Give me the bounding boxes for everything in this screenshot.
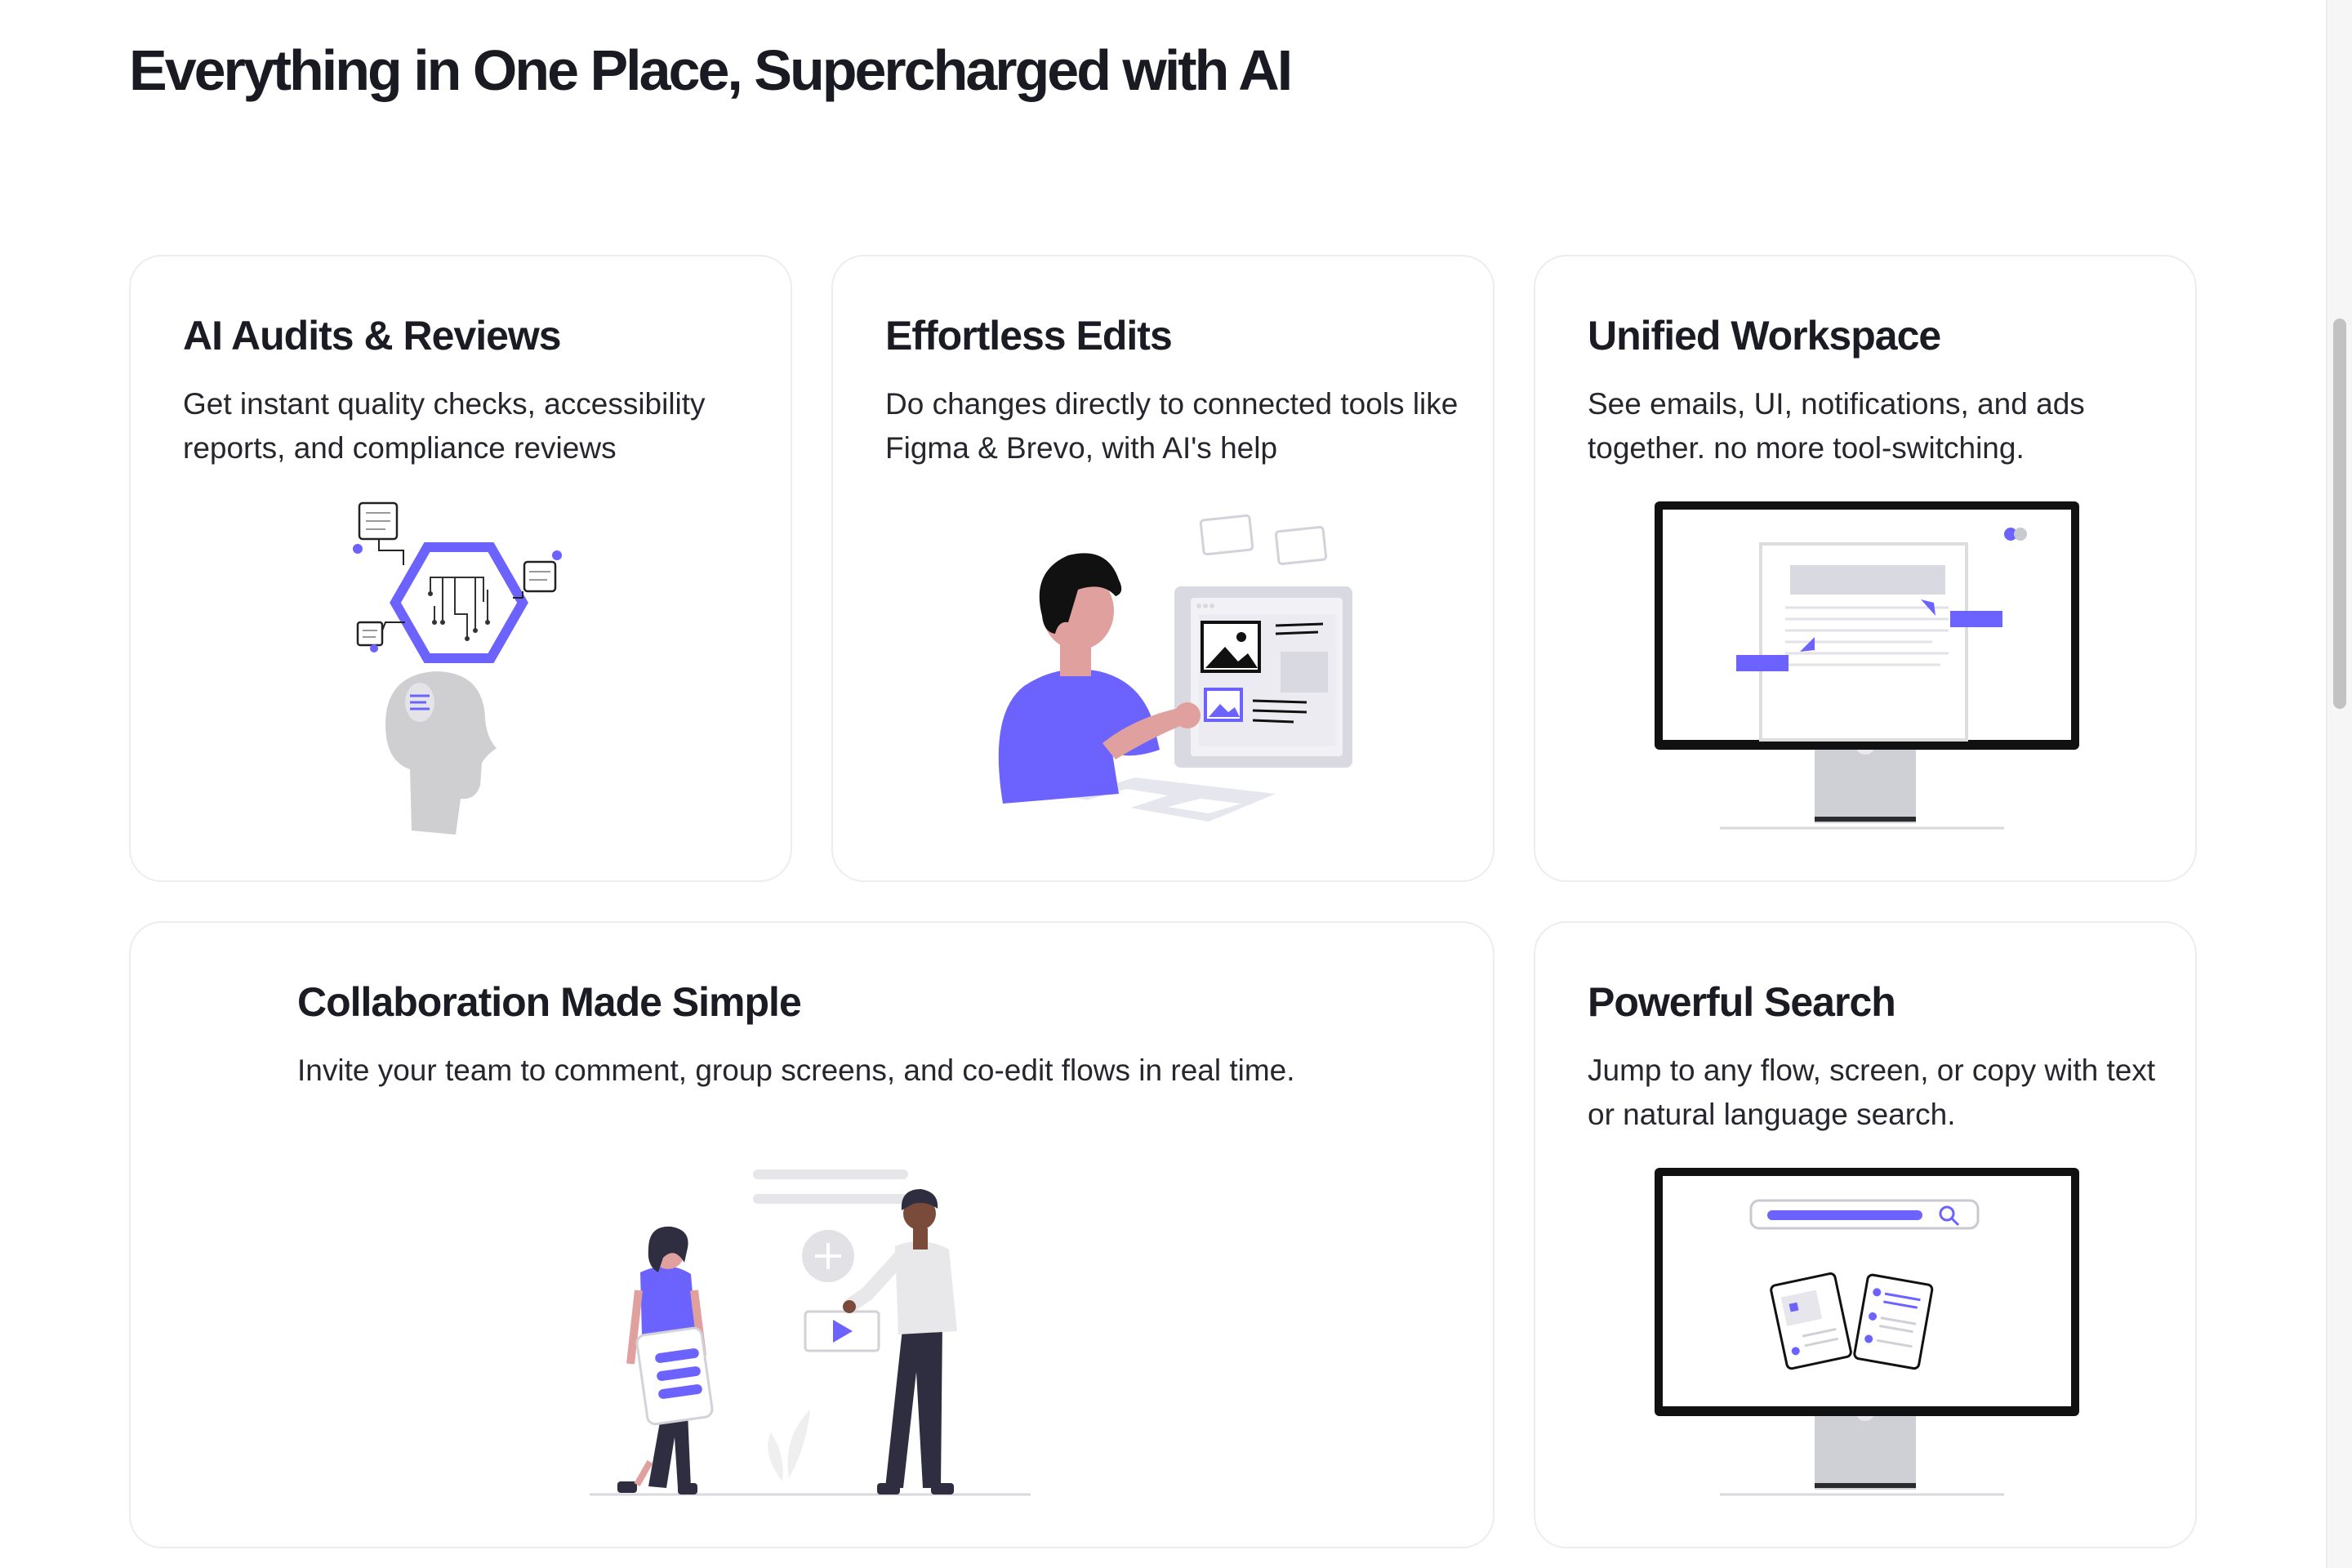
scrollbar-thumb[interactable] <box>2333 318 2346 709</box>
monitor-search-icon <box>1655 1168 2079 1496</box>
card-title: Collaboration Made Simple <box>297 979 802 1025</box>
card-description: Jump to any flow, screen, or copy with t… <box>1588 1054 2156 1131</box>
team-collaboration-icon <box>590 1169 1031 1496</box>
card-title: Unified Workspace <box>1588 313 1941 359</box>
card-title: Effortless Edits <box>885 313 1173 359</box>
card-description: Do changes directly to connected tools l… <box>885 387 1459 465</box>
feature-card-powerful-search: Powerful Search Jump to any flow, screen… <box>1534 921 2197 1548</box>
card-description: Get instant quality checks, accessibilit… <box>183 387 706 465</box>
feature-card-ai-audits: AI Audits & Reviews Get instant quality … <box>129 255 792 882</box>
feature-card-collaboration: Collaboration Made Simple Invite your te… <box>129 921 1494 1548</box>
page-title: Everything in One Place, Supercharged wi… <box>129 38 1293 102</box>
vertical-scrollbar[interactable] <box>2326 0 2352 1568</box>
card-title: Powerful Search <box>1588 979 1896 1025</box>
ai-brain-circuit-icon <box>353 501 562 835</box>
person-editing-screen-icon <box>998 514 1352 822</box>
feature-card-unified-workspace: Unified Workspace See emails, UI, notifi… <box>1534 255 2197 882</box>
feature-card-effortless-edits: Effortless Edits Do changes directly to … <box>831 255 1494 882</box>
card-title: AI Audits & Reviews <box>183 313 562 359</box>
card-description: Invite your team to comment, group scree… <box>297 1054 1295 1087</box>
card-description: See emails, UI, notifications, and ads t… <box>1588 387 2085 465</box>
monitor-workspace-icon <box>1655 501 2079 830</box>
